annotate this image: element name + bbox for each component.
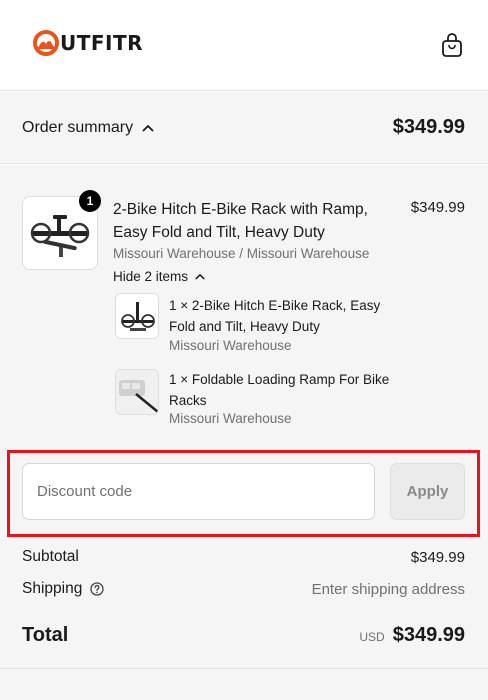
product-price: $349.99 — [410, 199, 465, 216]
order-summary-toggle[interactable]: Order summary $349.99 — [0, 92, 488, 164]
discount-code-input[interactable] — [22, 463, 375, 520]
shopping-bag-icon[interactable] — [440, 32, 464, 58]
product-warehouse: Missouri Warehouse / Missouri Warehouse — [113, 246, 370, 261]
bundle-item-title: 1 × Foldable Loading Ramp For Bike Racks — [169, 372, 390, 408]
brand-logo[interactable]: UTFITR — [33, 30, 143, 56]
order-summary-total: $349.99 — [392, 116, 465, 138]
bundle-item-image — [115, 293, 159, 339]
bundle-item-warehouse: Missouri Warehouse — [169, 338, 292, 353]
chevron-up-icon — [142, 125, 154, 132]
loading-ramp-thumb — [116, 370, 158, 414]
total-value: $349.99 — [392, 624, 465, 646]
help-circle-icon[interactable] — [90, 582, 104, 596]
brand-name: UTFITR — [60, 31, 144, 55]
total-amount: USD $349.99 — [359, 624, 465, 647]
total-label: Total — [22, 624, 69, 646]
bundle-item-title: 1 × 2-Bike Hitch E-Bike Rack, Easy Fold … — [169, 298, 381, 334]
product-title: 2-Bike Hitch E-Bike Rack with Ramp, Easy… — [113, 201, 368, 241]
divider — [0, 668, 488, 669]
bike-rack-thumb — [121, 302, 155, 331]
apply-discount-button[interactable]: Apply — [390, 463, 465, 520]
bundle-item-image — [115, 369, 159, 415]
bundle-item-warehouse: Missouri Warehouse — [169, 411, 292, 426]
checkout-header: UTFITR — [0, 0, 488, 91]
subtotal-value: $349.99 — [410, 549, 465, 566]
subtotal-label: Subtotal — [22, 548, 79, 565]
currency-code: USD — [359, 630, 385, 644]
hide-items-toggle[interactable]: Hide 2 items — [113, 269, 205, 284]
shipping-label: Shipping — [22, 580, 104, 598]
shipping-value: Enter shipping address — [311, 581, 465, 598]
quantity-badge: 1 — [79, 190, 101, 212]
order-summary-label[interactable]: Order summary — [22, 119, 154, 137]
chevron-up-icon — [195, 274, 205, 280]
mountain-logo-icon — [33, 30, 59, 56]
